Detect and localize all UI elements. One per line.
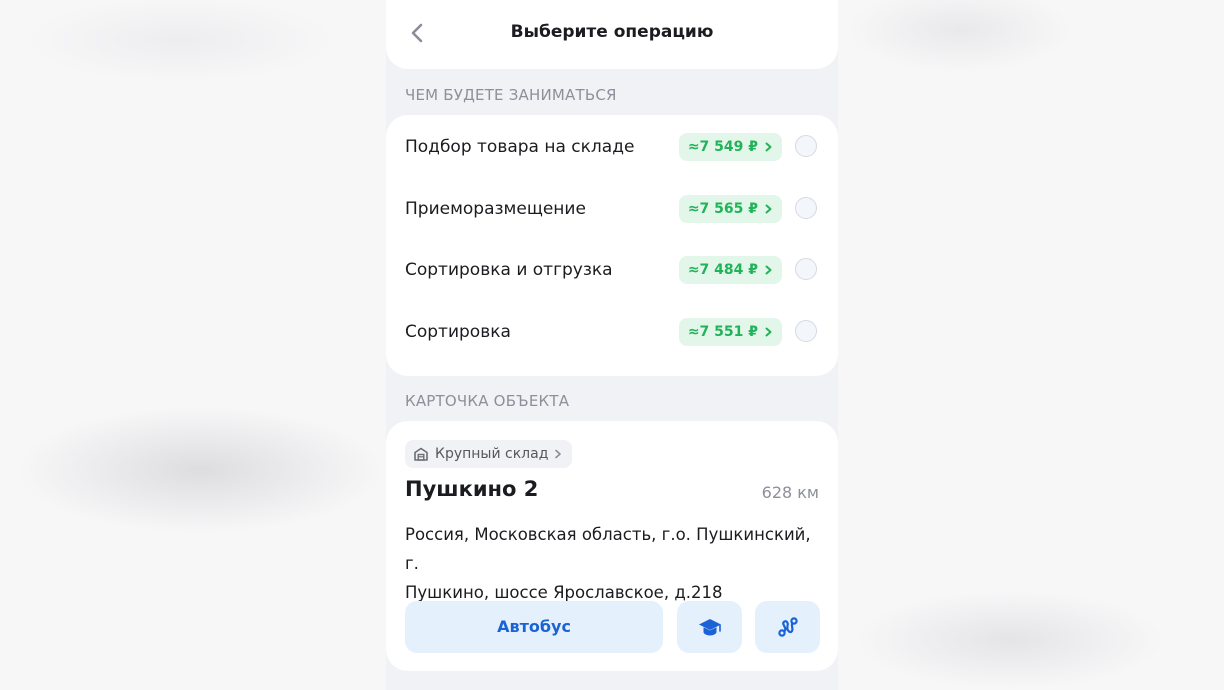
operation-row[interactable]: Сортировка ≈7 551 ₽ [386, 311, 838, 355]
object-type-label: Крупный склад [435, 446, 549, 462]
operation-label: Сортировка и отгрузка [405, 260, 613, 280]
warehouse-icon [414, 447, 428, 461]
operations-card: Подбор товара на складе ≈7 549 ₽ Приемор… [386, 115, 838, 376]
chevron-right-icon [765, 265, 772, 275]
transport-button[interactable]: Автобус [405, 601, 663, 653]
operation-label: Сортировка [405, 322, 511, 342]
price-value: ≈7 565 ₽ [687, 201, 758, 217]
route-icon [777, 617, 798, 637]
radio-button[interactable] [795, 320, 817, 342]
price-badge[interactable]: ≈7 484 ₽ [678, 256, 782, 284]
operations-section-title: ЧЕМ БУДЕТЕ ЗАНИМАТЬСЯ [405, 86, 617, 104]
object-address: Россия, Московская область, г.о. Пушкинс… [405, 520, 825, 607]
chevron-right-icon [555, 449, 562, 459]
operation-label: Приеморазмещение [405, 199, 586, 219]
price-value: ≈7 551 ₽ [687, 324, 758, 340]
operation-row[interactable]: Сортировка и отгрузка ≈7 484 ₽ [386, 249, 838, 293]
operation-row[interactable]: Приеморазмещение ≈7 565 ₽ [386, 188, 838, 232]
address-line: Россия, Московская область, г.о. Пушкинс… [405, 525, 811, 573]
chevron-right-icon [765, 327, 772, 337]
app-screen: Выберите операцию ЧЕМ БУДЕТЕ ЗАНИМАТЬСЯ … [386, 0, 838, 690]
object-distance: 628 км [761, 483, 819, 502]
chevron-right-icon [765, 142, 772, 152]
price-badge[interactable]: ≈7 549 ₽ [678, 133, 782, 161]
graduation-cap-icon [698, 619, 721, 636]
top-bar: Выберите операцию [386, 0, 838, 69]
training-button[interactable] [677, 601, 742, 653]
object-card: Крупный склад Пушкино 2 628 км Россия, М… [386, 421, 838, 671]
radio-button[interactable] [795, 135, 817, 157]
operation-row[interactable]: Подбор товара на складе ≈7 549 ₽ [386, 126, 838, 170]
route-button[interactable] [755, 601, 820, 653]
price-badge[interactable]: ≈7 565 ₽ [678, 195, 782, 223]
object-type-chip[interactable]: Крупный склад [405, 440, 573, 468]
radio-button[interactable] [795, 197, 817, 219]
price-badge[interactable]: ≈7 551 ₽ [678, 318, 782, 346]
chevron-right-icon [765, 204, 772, 214]
operation-label: Подбор товара на складе [405, 137, 635, 157]
price-value: ≈7 484 ₽ [687, 262, 758, 278]
price-value: ≈7 549 ₽ [687, 139, 758, 155]
page-title: Выберите операцию [510, 22, 714, 42]
radio-button[interactable] [795, 258, 817, 280]
object-name: Пушкино 2 [405, 477, 539, 501]
object-section-title: КАРТОЧКА ОБЪЕКТА [405, 392, 570, 410]
